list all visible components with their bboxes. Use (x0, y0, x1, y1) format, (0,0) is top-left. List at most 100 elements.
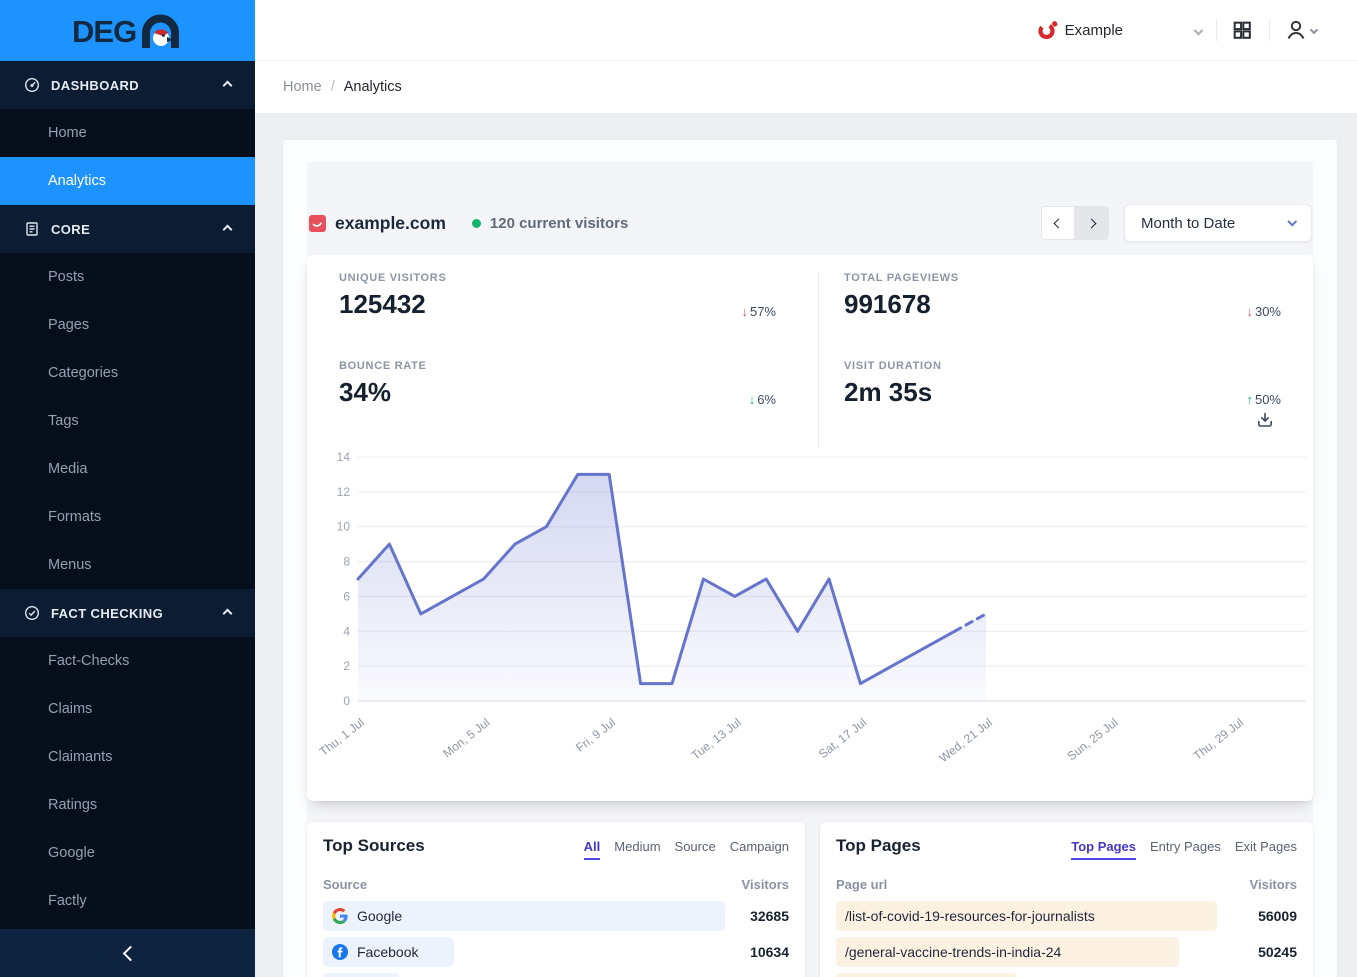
analytics-card: example.com 120 current visitors Month t… (283, 140, 1337, 977)
sidebar-section-dashboard[interactable]: DASHBOARD (0, 61, 255, 109)
stat-change-value: 57% (750, 304, 776, 319)
sources-rows: Google 32685 Facebook 10634 (323, 901, 789, 977)
sidebar-item-formats[interactable]: Formats (0, 493, 255, 541)
stat-total-pageviews: TOTAL PAGEVIEWS 991678 ↓30% (819, 272, 1313, 360)
breadcrumb: Home / Analytics (255, 61, 1357, 113)
chevron-left-icon (123, 945, 139, 961)
sidebar-item-claimants[interactable]: Claimants (0, 733, 255, 781)
chevron-down-icon[interactable] (1194, 25, 1204, 35)
source-row-facebook[interactable]: Facebook 10634 (323, 937, 789, 967)
dega-logo[interactable]: DEG (0, 0, 255, 61)
svg-text:8: 8 (343, 555, 350, 569)
svg-text:4: 4 (343, 624, 350, 638)
stat-label: BOUNCE RATE (339, 360, 818, 372)
sidebar-item-media[interactable]: Media (0, 445, 255, 493)
period-nav (1041, 206, 1109, 240)
sidebar-collapse-button[interactable] (0, 929, 255, 977)
tab-exit-pages[interactable]: Exit Pages (1235, 839, 1297, 860)
current-visitors: 120 current visitors (490, 215, 628, 232)
tab-entry-pages[interactable]: Entry Pages (1150, 839, 1221, 860)
source-row[interactable] (323, 973, 789, 977)
chevron-down-icon[interactable] (1310, 26, 1318, 34)
site-header: example.com 120 current visitors Month t… (309, 200, 1313, 246)
sidebar-item-factly[interactable]: Factly (0, 877, 255, 925)
svg-text:Tue, 13 Jul: Tue, 13 Jul (689, 715, 744, 762)
chevron-right-icon (1087, 218, 1097, 228)
page-row[interactable]: /general-vaccine-trends-in-india-24 5024… (836, 937, 1297, 967)
sidebar-item-categories[interactable]: Categories (0, 349, 255, 397)
section-label: CORE (51, 222, 224, 237)
stats-right-column: TOTAL PAGEVIEWS 991678 ↓30% VISIT DURATI… (818, 272, 1313, 448)
sidebar-item-pages[interactable]: Pages (0, 301, 255, 349)
chevron-up-icon (223, 80, 233, 90)
download-icon[interactable] (1255, 410, 1275, 430)
stat-bounce-rate: BOUNCE RATE 34% ↓6% (307, 360, 818, 448)
item-label: Factly (48, 893, 87, 909)
user-profile-icon[interactable] (1284, 18, 1308, 42)
sidebar-item-ratings[interactable]: Ratings (0, 781, 255, 829)
svg-text:Thu, 29 Jul: Thu, 29 Jul (1191, 715, 1246, 763)
item-label: Posts (48, 269, 84, 285)
org-switcher[interactable]: Example (1037, 18, 1123, 42)
visitors-line-chart[interactable]: 02468101214Thu, 1 JulMon, 5 JulFri, 9 Ju… (307, 445, 1313, 775)
arrow-up-icon: ↑ (1246, 392, 1253, 407)
page-row[interactable] (836, 973, 1297, 977)
sidebar-item-tags[interactable]: Tags (0, 397, 255, 445)
sources-column-headers: Source Visitors (323, 877, 789, 892)
item-label: Formats (48, 509, 101, 525)
sidebar-item-google[interactable]: Google (0, 829, 255, 877)
source-visitors: 32685 (750, 908, 789, 924)
source-row-google[interactable]: Google 32685 (323, 901, 789, 931)
stat-label: UNIQUE VISITORS (339, 272, 818, 284)
next-period-button[interactable] (1075, 207, 1108, 239)
breadcrumb-current: Analytics (344, 79, 402, 95)
column-source: Source (323, 877, 367, 892)
svg-text:Fri, 9 Jul: Fri, 9 Jul (573, 715, 618, 754)
org-name: Example (1065, 22, 1123, 39)
tab-all[interactable]: All (584, 839, 601, 860)
svg-text:14: 14 (337, 450, 351, 464)
svg-text:Mon, 5 Jul: Mon, 5 Jul (440, 715, 492, 760)
sidebar-item-fact-checks[interactable]: Fact-Checks (0, 637, 255, 685)
live-dot-icon (472, 219, 481, 228)
tab-top-pages[interactable]: Top Pages (1071, 839, 1136, 860)
source-visitors: 10634 (750, 944, 789, 960)
tab-source[interactable]: Source (675, 839, 716, 860)
item-label: Pages (48, 317, 89, 333)
pages-tabs: Top Pages Entry Pages Exit Pages (1071, 839, 1297, 860)
period-select[interactable]: Month to Date (1124, 204, 1312, 242)
stat-value: 34% (339, 377, 818, 408)
breadcrumb-home[interactable]: Home (283, 79, 322, 95)
top-pages-card: Top Pages Top Pages Entry Pages Exit Pag… (820, 822, 1313, 977)
top-pages-title: Top Pages (836, 836, 1071, 856)
stats-chart-card: UNIQUE VISITORS 125432 ↓57% BOUNCE RATE … (307, 255, 1313, 801)
analytics-embed: example.com 120 current visitors Month t… (307, 162, 1313, 977)
sidebar-item-menus[interactable]: Menus (0, 541, 255, 589)
stat-unique-visitors: UNIQUE VISITORS 125432 ↓57% (307, 272, 818, 360)
source-name: Facebook (357, 944, 418, 960)
sidebar-section-core[interactable]: CORE (0, 205, 255, 253)
prev-period-button[interactable] (1042, 207, 1075, 239)
sidebar-item-home[interactable]: Home (0, 109, 255, 157)
chevron-up-icon (223, 608, 233, 618)
topbar: Example (255, 0, 1357, 61)
apps-grid-icon[interactable] (1231, 18, 1255, 42)
sidebar-item-claims[interactable]: Claims (0, 685, 255, 733)
svg-text:Sat, 17 Jul: Sat, 17 Jul (816, 715, 869, 761)
column-page-url: Page url (836, 877, 887, 892)
divider (1269, 19, 1270, 41)
svg-text:Thu, 1 Jul: Thu, 1 Jul (317, 715, 367, 758)
column-visitors: Visitors (1250, 877, 1297, 892)
stats-row: UNIQUE VISITORS 125432 ↓57% BOUNCE RATE … (307, 255, 1313, 448)
page-row[interactable]: /list-of-covid-19-resources-for-journali… (836, 901, 1297, 931)
sidebar-section-fact-checking[interactable]: FACT CHECKING (0, 589, 255, 637)
sidebar-item-analytics[interactable]: Analytics (0, 157, 255, 205)
sidebar-item-posts[interactable]: Posts (0, 253, 255, 301)
site-favicon (309, 215, 326, 232)
svg-text:10: 10 (337, 520, 351, 534)
sources-tabs: All Medium Source Campaign (584, 839, 789, 860)
tab-medium[interactable]: Medium (614, 839, 660, 860)
section-label: FACT CHECKING (51, 606, 224, 621)
item-label: Home (48, 125, 87, 141)
tab-campaign[interactable]: Campaign (730, 839, 789, 860)
